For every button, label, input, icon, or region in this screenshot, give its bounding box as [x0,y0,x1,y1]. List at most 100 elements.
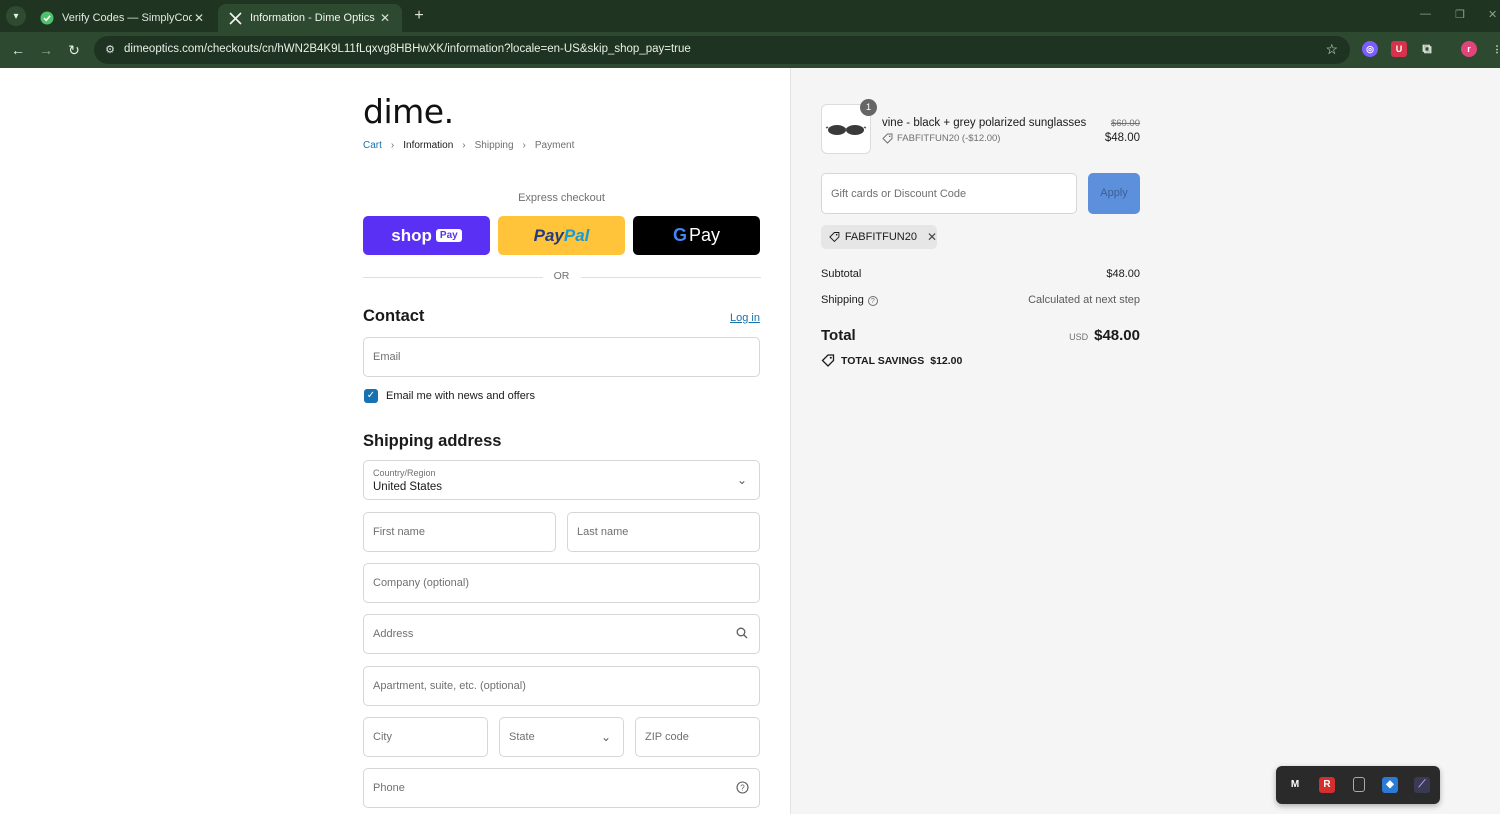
shop-pay-button[interactable]: shop Pay [363,216,490,255]
newsletter-checkbox[interactable]: ✓ [364,389,378,403]
apply-button[interactable]: Apply [1088,173,1140,214]
breadcrumb-payment: Payment [534,140,575,151]
google-pay-wordmark: Pay [688,225,721,245]
restore-icon[interactable]: ❐ [1455,8,1465,21]
help-circle-icon[interactable]: ? [867,296,878,306]
close-tab-icon[interactable]: ✕ [192,11,206,25]
city-placeholder: City [373,731,392,743]
breadcrumb-information: Information [403,140,454,151]
total-value: $48.00 [1094,327,1140,344]
extensions-puzzle-icon[interactable]: ⧉ [1419,41,1435,57]
zip-placeholder: ZIP code [645,731,689,743]
total-currency: USD [1069,332,1089,342]
shipping-address-heading: Shipping address [363,432,502,450]
x-logo-icon [228,11,242,25]
breadcrumb-shipping: Shipping [474,140,514,151]
paypal-wordmark-pay: Pay [533,225,564,245]
close-tab-icon[interactable]: ✕ [378,11,392,25]
breadcrumb: Cart › Information › Shipping › Payment [363,140,574,151]
country-value: United States [373,481,443,493]
red-app-icon[interactable]: R [1319,777,1335,793]
login-link[interactable]: Log in [730,312,760,324]
contact-heading: Contact [363,307,425,325]
bookmark-star-icon[interactable]: ☆ [1325,41,1338,58]
last-name-field[interactable]: Last name [567,512,760,552]
applied-code-chip: FABFITFUN20 ✕ [821,225,937,249]
last-name-placeholder: Last name [577,526,629,538]
google-pay-button[interactable]: G Pay [633,216,760,255]
ublock-shield-icon[interactable]: U [1391,41,1407,57]
country-label: Country/Region [373,468,436,478]
discount-code-placeholder: Gift cards or Discount Code [831,188,967,200]
city-field[interactable]: City [363,717,488,757]
breadcrumb-cart[interactable]: Cart [363,140,382,151]
reload-icon[interactable]: ↻ [64,40,84,60]
first-name-field[interactable]: First name [363,512,556,552]
shipping-value: Calculated at next step [1028,294,1140,306]
phone-placeholder: Phone [373,782,405,794]
floating-extension-bar: M R ◆ ⟋ [1276,766,1440,804]
apartment-field[interactable]: Apartment, suite, etc. (optional) [363,666,760,706]
tab-title: Verify Codes — SimplyCodes [62,12,192,24]
profile-avatar[interactable]: r [1461,41,1477,57]
tab-search-button[interactable]: ▾ [6,6,26,26]
address-bar[interactable]: ⚙ dimeoptics.com/checkouts/cn/hWN2B4K9L1… [94,36,1350,64]
address-field[interactable]: Address [363,614,760,654]
product-discount: FABFITFUN20 (-$12.00) [882,133,1000,144]
url-text[interactable]: dimeoptics.com/checkouts/cn/hWN2B4K9L11f… [124,43,691,55]
clipboard-icon[interactable] [1353,777,1365,792]
or-label: OR [553,270,570,282]
search-icon [735,627,749,641]
email-field[interactable]: Email [363,337,760,377]
address-placeholder: Address [373,628,414,640]
company-field[interactable]: Company (optional) [363,563,760,603]
simplycodes-check-icon [40,11,54,25]
tag-icon [821,354,835,367]
back-arrow-icon[interactable]: ← [8,40,28,60]
original-price: $60.00 [1110,118,1140,129]
country-select[interactable]: Country/Region United States ⌄ [363,460,760,500]
m-logo-icon[interactable]: M [1287,777,1303,793]
product-discount-text: FABFITFUN20 (-$12.00) [897,133,1001,144]
email-placeholder: Email [373,351,401,363]
help-circle-icon[interactable]: ? [735,781,749,795]
apartment-placeholder: Apartment, suite, etc. (optional) [373,680,526,692]
chevron-right-icon: › [522,140,526,151]
extension-purple-icon[interactable]: ◎ [1362,41,1378,57]
close-window-icon[interactable]: ✕ [1488,8,1497,21]
state-select[interactable]: State ⌄ [499,717,624,757]
total-label: Total [821,327,856,344]
total-savings: TOTAL SAVINGS $12.00 [821,354,962,367]
savings-label: TOTAL SAVINGS [841,354,925,367]
subtotal-label: Subtotal [821,268,862,280]
tab-dime-optics[interactable]: Information - Dime Optics - Ch ✕ [218,4,402,32]
browser-tab-strip: ▾ Verify Codes — SimplyCodes ✕ Informati… [0,0,1500,32]
tab-simplycodes[interactable]: Verify Codes — SimplyCodes ✕ [30,4,216,32]
phone-field[interactable]: Phone ? [363,768,760,808]
tab-title: Information - Dime Optics - Ch [250,12,378,24]
forward-arrow-icon[interactable]: → [36,40,56,60]
store-logo[interactable]: dime. [363,92,454,131]
zip-field[interactable]: ZIP code [635,717,760,757]
chevron-down-icon: ⌄ [600,730,612,744]
minimize-icon[interactable]: — [1420,8,1431,20]
google-g-icon: G [672,225,687,245]
remove-code-icon[interactable]: ✕ [927,230,937,244]
more-menu-icon[interactable]: ⋮ [1489,41,1500,57]
subtotal-row: Subtotal $48.00 [821,268,1140,280]
or-divider: OR [363,270,761,284]
new-tab-button[interactable]: + [410,6,428,26]
site-settings-icon[interactable]: ⚙ [102,42,118,58]
paypal-wordmark-pal: Pal [563,225,590,245]
blue-app-icon[interactable]: ◆ [1382,777,1398,793]
chevron-down-icon: ⌄ [736,473,748,487]
applied-code-text: FABFITFUN20 [844,231,917,243]
shipping-label: Shipping [821,294,864,306]
chevron-right-icon: › [462,140,466,151]
savings-value: $12.00 [930,354,963,367]
paypal-button[interactable]: PayPal [498,216,625,255]
state-placeholder: State [509,731,535,743]
feather-icon[interactable]: ⟋ [1414,777,1430,793]
newsletter-label[interactable]: Email me with news and offers [386,390,535,402]
discount-code-input[interactable]: Gift cards or Discount Code [821,173,1077,214]
